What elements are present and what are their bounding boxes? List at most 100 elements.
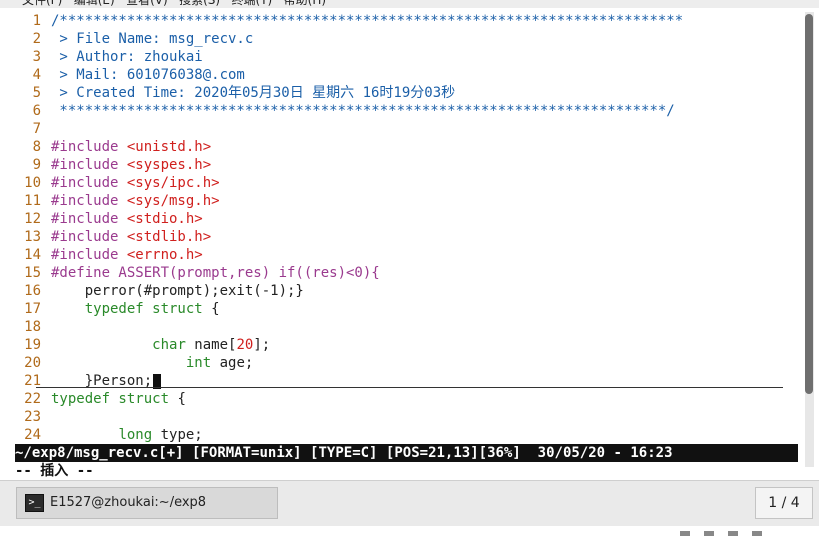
code-line[interactable]: 22 typedef struct { [15, 390, 798, 408]
code-token: #include [51, 229, 127, 245]
line-number: 6 [32, 103, 41, 119]
line-number: 16 [24, 283, 41, 299]
code-line[interactable]: 20 int age; [15, 354, 798, 372]
code-line[interactable]: 11 #include <sys/msg.h> [15, 192, 798, 210]
code-text[interactable]: #include <sys/ipc.h> [51, 174, 220, 192]
code-token: ****************************************… [51, 103, 675, 119]
code-line[interactable]: 5 > Created Time: 2020年05月30日 星期六 16时19分… [15, 84, 798, 102]
line-number: 5 [32, 85, 41, 101]
code-text[interactable]: long type; [51, 426, 203, 444]
code-line[interactable]: 23 [15, 408, 798, 426]
line-number: 8 [32, 139, 41, 155]
code-token: #include [51, 139, 127, 155]
code-token: #include [51, 193, 127, 209]
line-number: 10 [24, 175, 41, 191]
code-token: { [169, 391, 186, 407]
line-number: 11 [24, 193, 41, 209]
status-path: ~/exp8/msg_recv.c [15, 445, 159, 461]
menu-bar[interactable]: 文件(F) 编辑(E) 查看(V) 搜索(S) 终端(T) 帮助(H) [0, 0, 819, 8]
code-token: perror(#prompt);exit(-1);} [51, 283, 304, 299]
code-token: <unistd.h> [126, 139, 212, 155]
menu-bar-text[interactable]: 文件(F) 编辑(E) 查看(V) 搜索(S) 终端(T) 帮助(H) [22, 0, 326, 8]
code-line[interactable]: 19 char name[20]; [15, 336, 798, 354]
code-text[interactable]: > Mail: 601076038@.com [51, 66, 244, 84]
code-token: > Created Time: 2020年05月30日 星期六 16时19分03… [51, 85, 456, 101]
vim-status-line: ~/exp8/msg_recv.c[+] [FORMAT=unix] [TYPE… [15, 444, 798, 462]
code-line[interactable]: 17 typedef struct { [15, 300, 798, 318]
line-number: 12 [24, 211, 41, 227]
code-token: <sys/ipc.h> [126, 175, 220, 191]
status-position: [POS=21,13] [385, 445, 479, 461]
code-text[interactable]: #include <stdlib.h> [51, 228, 211, 246]
code-token: #include [51, 211, 127, 227]
line-number: 14 [24, 247, 41, 263]
code-line[interactable]: 14 #include <errno.h> [15, 246, 798, 264]
code-line[interactable]: 1 /**************************************… [15, 12, 798, 30]
code-token: int [185, 355, 212, 371]
code-text[interactable]: #include <errno.h> [51, 246, 203, 264]
workspace-pager[interactable]: 1 / 4 [755, 487, 813, 519]
code-text[interactable]: #include <stdio.h> [51, 210, 203, 228]
code-text[interactable]: typedef struct { [51, 300, 220, 318]
code-token: <syspes.h> [126, 157, 212, 173]
line-number: 4 [32, 67, 41, 83]
code-line[interactable]: 15 #define ASSERT(prompt,res) if((res)<0)… [15, 264, 798, 282]
code-line[interactable]: 4 > Mail: 601076038@.com [15, 66, 798, 84]
code-text[interactable]: #define ASSERT(prompt,res) if((res)<0){ [51, 264, 380, 282]
code-token: #include [51, 247, 127, 263]
code-line[interactable]: 3 > Author: zhoukai [15, 48, 798, 66]
code-token: long [118, 427, 153, 443]
code-line[interactable]: 6 **************************************… [15, 102, 798, 120]
code-line[interactable]: 24 long type; [15, 426, 798, 444]
scrollbar[interactable] [805, 12, 814, 467]
tray-icon [728, 531, 738, 536]
code-text[interactable]: #include <syspes.h> [51, 156, 211, 174]
code-token: { [202, 301, 220, 317]
code-line[interactable]: 10 #include <sys/ipc.h> [15, 174, 798, 192]
code-line[interactable]: 7 [15, 120, 798, 138]
code-token: <errno.h> [126, 247, 203, 263]
code-token: #include [51, 175, 127, 191]
code-token: age; [211, 355, 254, 371]
code-token: type; [152, 427, 203, 443]
code-line[interactable]: 13 #include <stdlib.h> [15, 228, 798, 246]
code-text[interactable]: int age; [51, 354, 253, 372]
tray-icon [752, 531, 762, 536]
status-datetime: 30/05/20 - 16:23 [537, 445, 673, 461]
code-text[interactable]: /***************************************… [51, 12, 683, 30]
terminal-icon: >_ [25, 494, 44, 512]
line-number: 22 [24, 391, 41, 407]
tray-indicators [680, 521, 780, 536]
status-format: [FORMAT=unix] [192, 445, 302, 461]
code-line[interactable]: 8 #include <unistd.h> [15, 138, 798, 156]
code-line[interactable]: 9 #include <syspes.h> [15, 156, 798, 174]
code-text[interactable]: #include <sys/msg.h> [51, 192, 220, 210]
line-number: 20 [24, 355, 41, 371]
code-text[interactable]: char name[20]; [51, 336, 270, 354]
code-text[interactable]: > File Name: msg_recv.c [51, 30, 253, 48]
code-text[interactable]: perror(#prompt);exit(-1);} [51, 282, 304, 300]
line-number: 17 [24, 301, 41, 317]
line-number: 15 [24, 265, 41, 281]
code-line[interactable]: 18 [15, 318, 798, 336]
code-text[interactable]: typedef struct { [51, 390, 186, 408]
code-line[interactable]: 12 #include <stdio.h> [15, 210, 798, 228]
code-text[interactable]: ****************************************… [51, 102, 675, 120]
code-token: <stdio.h> [126, 211, 203, 227]
line-number: 7 [32, 121, 41, 137]
code-token: typedef struct [51, 391, 170, 407]
vim-editor[interactable]: 1 /**************************************… [15, 12, 798, 444]
line-number: 18 [24, 319, 41, 335]
status-percent: [36%] [478, 445, 521, 461]
taskbar-terminal-button[interactable]: >_ E1527@zhoukai:~/exp8 [16, 487, 278, 519]
code-text[interactable]: #include <unistd.h> [51, 138, 211, 156]
code-line[interactable]: 16 perror(#prompt);exit(-1);} [15, 282, 798, 300]
code-text[interactable]: > Author: zhoukai [51, 48, 202, 66]
scrollbar-thumb[interactable] [805, 14, 813, 394]
code-text[interactable]: > Created Time: 2020年05月30日 星期六 16时19分03… [51, 84, 455, 102]
code-line[interactable]: 2 > File Name: msg_recv.c [15, 30, 798, 48]
